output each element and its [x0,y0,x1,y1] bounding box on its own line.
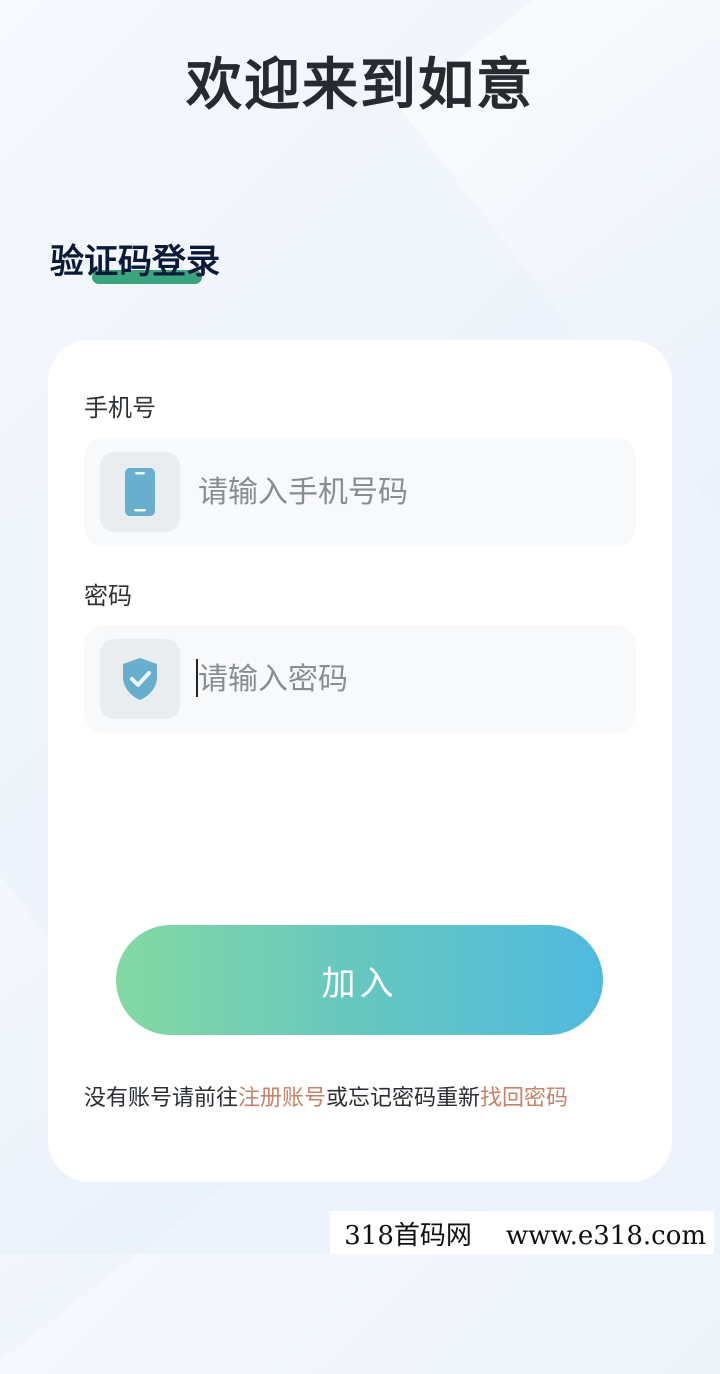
shield-icon-box [100,639,180,719]
phone-input[interactable] [198,438,618,546]
phone-field[interactable] [84,438,636,546]
watermark: 318首码网 www.e318.com [330,1211,714,1254]
phone-icon [125,468,155,516]
phone-icon-box [100,452,180,532]
phone-label: 手机号 [84,394,156,422]
password-field[interactable] [84,625,636,733]
shield-check-icon [123,658,157,700]
login-card: 手机号 密码 加入 没有账号请前往注册账号或忘记密码重新找回密码 [48,340,672,1182]
join-button[interactable]: 加入 [116,925,603,1035]
footer-text-1: 没有账号请前往 [84,1086,239,1111]
watermark-site-name: 318首码网 [344,1221,472,1251]
password-label: 密码 [84,582,132,610]
password-input[interactable] [198,625,618,733]
login-mode-heading-text: 验证码登录 [50,242,220,282]
footer-text-2: 或忘记密码重新 [326,1086,481,1111]
footer-note: 没有账号请前往注册账号或忘记密码重新找回密码 [84,1080,568,1112]
recover-password-link[interactable]: 找回密码 [480,1086,568,1111]
login-mode-heading: 验证码登录 [50,234,220,284]
watermark-url: www.e318.com [505,1221,706,1251]
register-link[interactable]: 注册账号 [238,1086,326,1111]
page-title: 欢迎来到如意 [186,53,534,118]
